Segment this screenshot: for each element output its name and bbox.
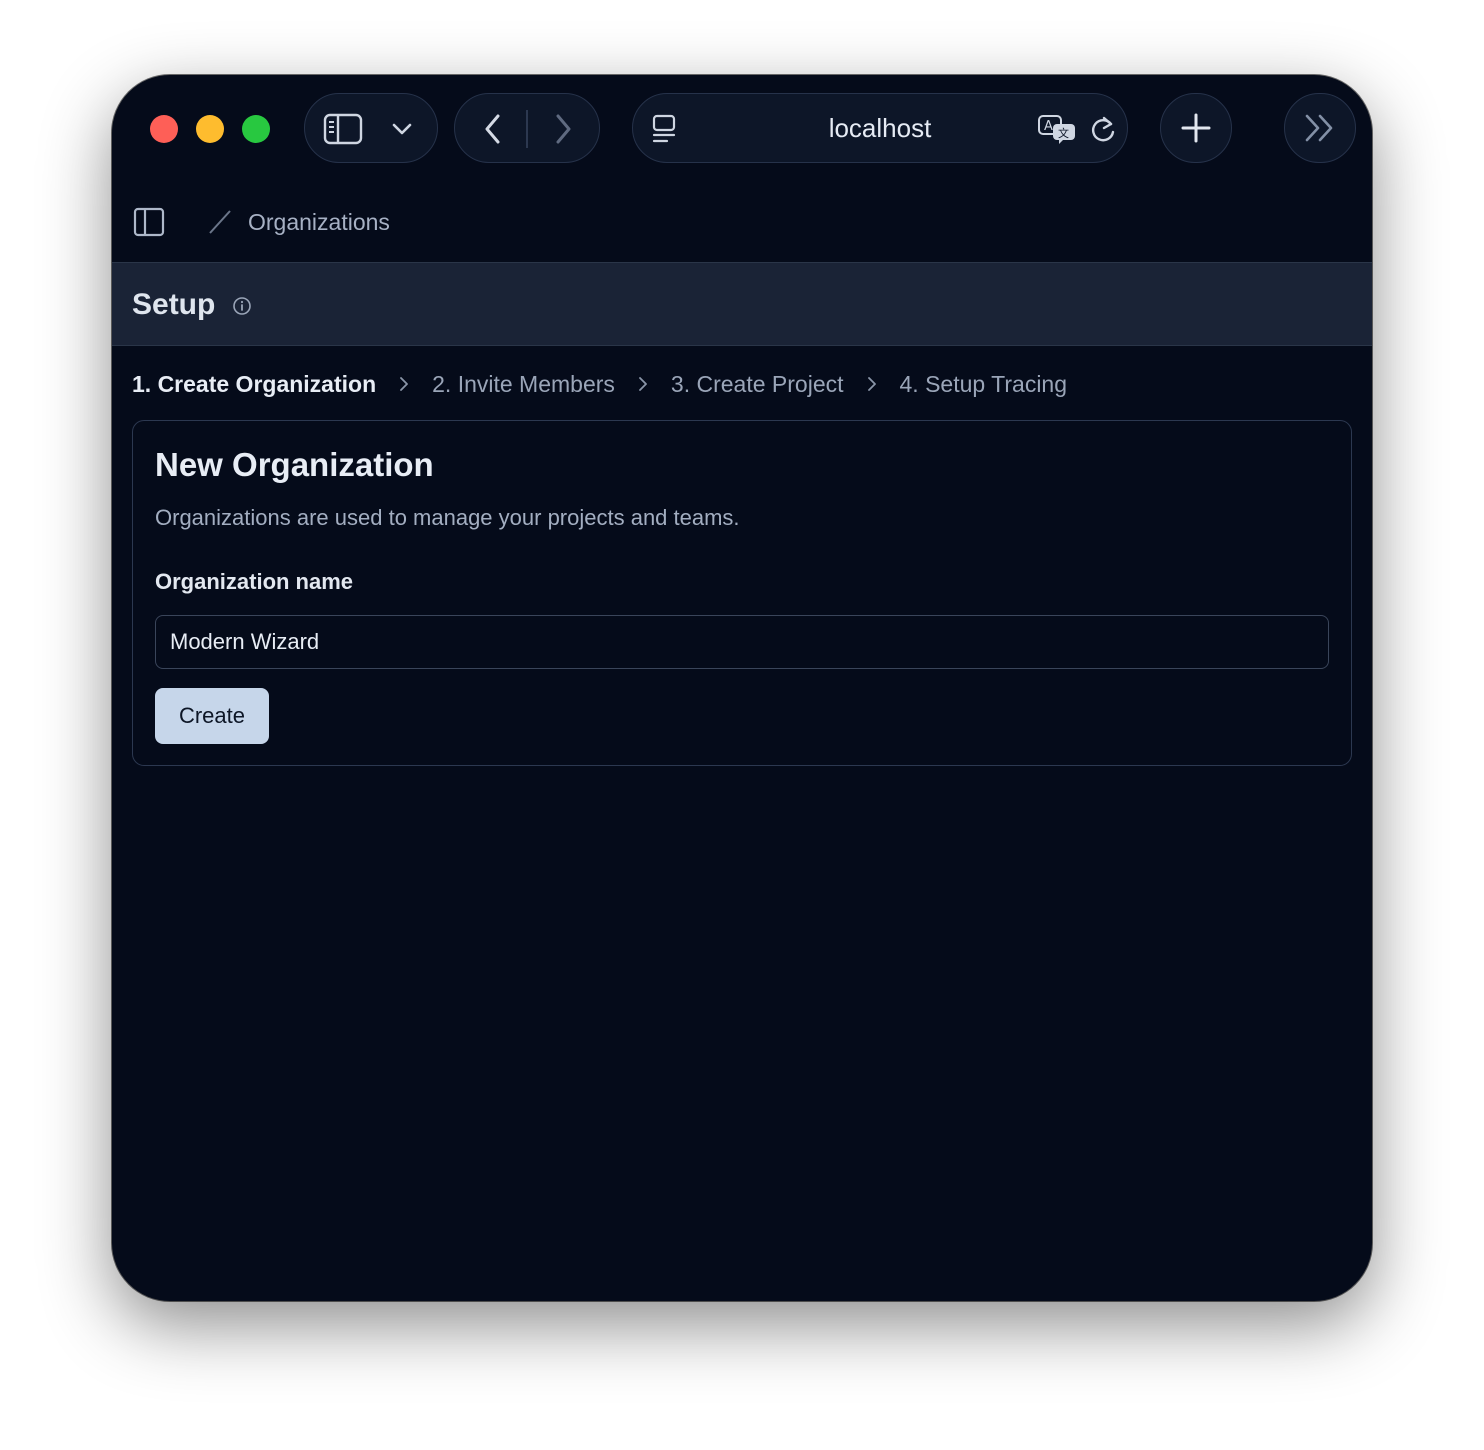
step-create-project[interactable]: 3. Create Project	[671, 371, 844, 398]
new-tab-button[interactable]	[1160, 93, 1232, 163]
organization-name-label: Organization name	[155, 569, 354, 594]
sidebar-toggle-group	[304, 93, 438, 163]
slash-separator-icon	[206, 207, 234, 242]
chevron-right-icon	[637, 375, 649, 393]
step-setup-tracing[interactable]: 4. Setup Tracing	[900, 371, 1068, 398]
app-header: Organizations	[112, 185, 1372, 263]
step-invite-members[interactable]: 2. Invite Members	[432, 371, 615, 398]
sidebar-icon[interactable]	[323, 111, 363, 147]
close-window-button[interactable]	[150, 115, 178, 143]
setup-steps: 1. Create Organization 2. Invite Members…	[132, 367, 1067, 401]
page-title: Setup	[132, 288, 216, 321]
zoom-window-button[interactable]	[242, 115, 270, 143]
chevron-down-icon[interactable]	[389, 116, 415, 142]
translate-icon[interactable]: A 文	[1037, 113, 1077, 145]
page-header: Setup	[112, 262, 1372, 346]
svg-text:文: 文	[1058, 126, 1069, 140]
breadcrumb-organizations[interactable]: Organizations	[248, 207, 390, 237]
nav-divider	[526, 110, 528, 148]
panel-toggle-icon[interactable]	[132, 205, 166, 239]
svg-text:A: A	[1044, 119, 1053, 134]
address-bar[interactable]: localhost A 文	[632, 93, 1128, 163]
info-icon[interactable]	[232, 296, 252, 321]
navigation-group	[454, 93, 600, 163]
minimize-window-button[interactable]	[196, 115, 224, 143]
chevron-left-icon[interactable]	[475, 111, 511, 147]
card-description: Organizations are used to manage your pr…	[155, 505, 740, 530]
organization-name-input[interactable]	[155, 615, 1329, 669]
create-button[interactable]: Create	[155, 688, 269, 744]
chevron-right-icon	[866, 375, 878, 393]
plus-icon	[1181, 113, 1211, 143]
browser-window: localhost A 文 Organizations Setup 1. Cre…	[112, 75, 1372, 1301]
reload-icon[interactable]	[1087, 113, 1119, 145]
chevron-right-icon[interactable]	[545, 111, 581, 147]
more-tabs-button[interactable]	[1284, 93, 1356, 163]
card-title: New Organization	[155, 446, 434, 483]
chevron-right-icon	[398, 375, 410, 393]
new-organization-card: New Organization Organizations are used …	[132, 420, 1352, 766]
double-chevron-right-icon	[1303, 112, 1337, 144]
step-create-organization[interactable]: 1. Create Organization	[132, 371, 376, 398]
